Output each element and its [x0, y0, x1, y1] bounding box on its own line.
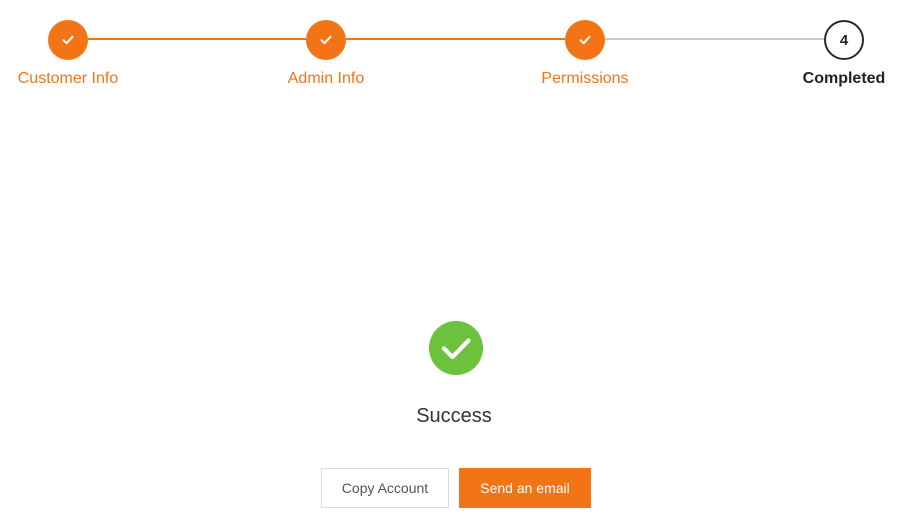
- step-label: Customer Info: [17, 70, 119, 87]
- step-label: Admin Info: [287, 70, 365, 87]
- result-actions: Copy Account Send an email: [0, 468, 908, 508]
- step-circle: [306, 20, 346, 60]
- step-admin-info: Admin Info: [246, 20, 406, 89]
- step-label: Permissions: [541, 70, 629, 87]
- copy-account-button[interactable]: Copy Account: [321, 468, 449, 508]
- step-customer-info: Customer Info: [0, 20, 148, 89]
- result-title: Success: [416, 405, 492, 427]
- success-check-icon: [429, 321, 483, 375]
- step-label: Completed: [802, 70, 886, 87]
- step-circle: 4: [824, 20, 864, 60]
- check-icon: [320, 35, 332, 45]
- step-number: 4: [839, 31, 849, 49]
- step-completed: 4 Completed: [764, 20, 908, 89]
- progress-stepper: Customer Info Admin Info Permissions 4 C…: [0, 0, 908, 100]
- page: Customer Info Admin Info Permissions 4 C…: [0, 0, 908, 524]
- check-icon: [579, 35, 591, 45]
- step-circle: [48, 20, 88, 60]
- step-permissions: Permissions: [505, 20, 665, 89]
- send-email-button[interactable]: Send an email: [459, 468, 591, 508]
- step-circle: [565, 20, 605, 60]
- check-icon: [62, 35, 74, 45]
